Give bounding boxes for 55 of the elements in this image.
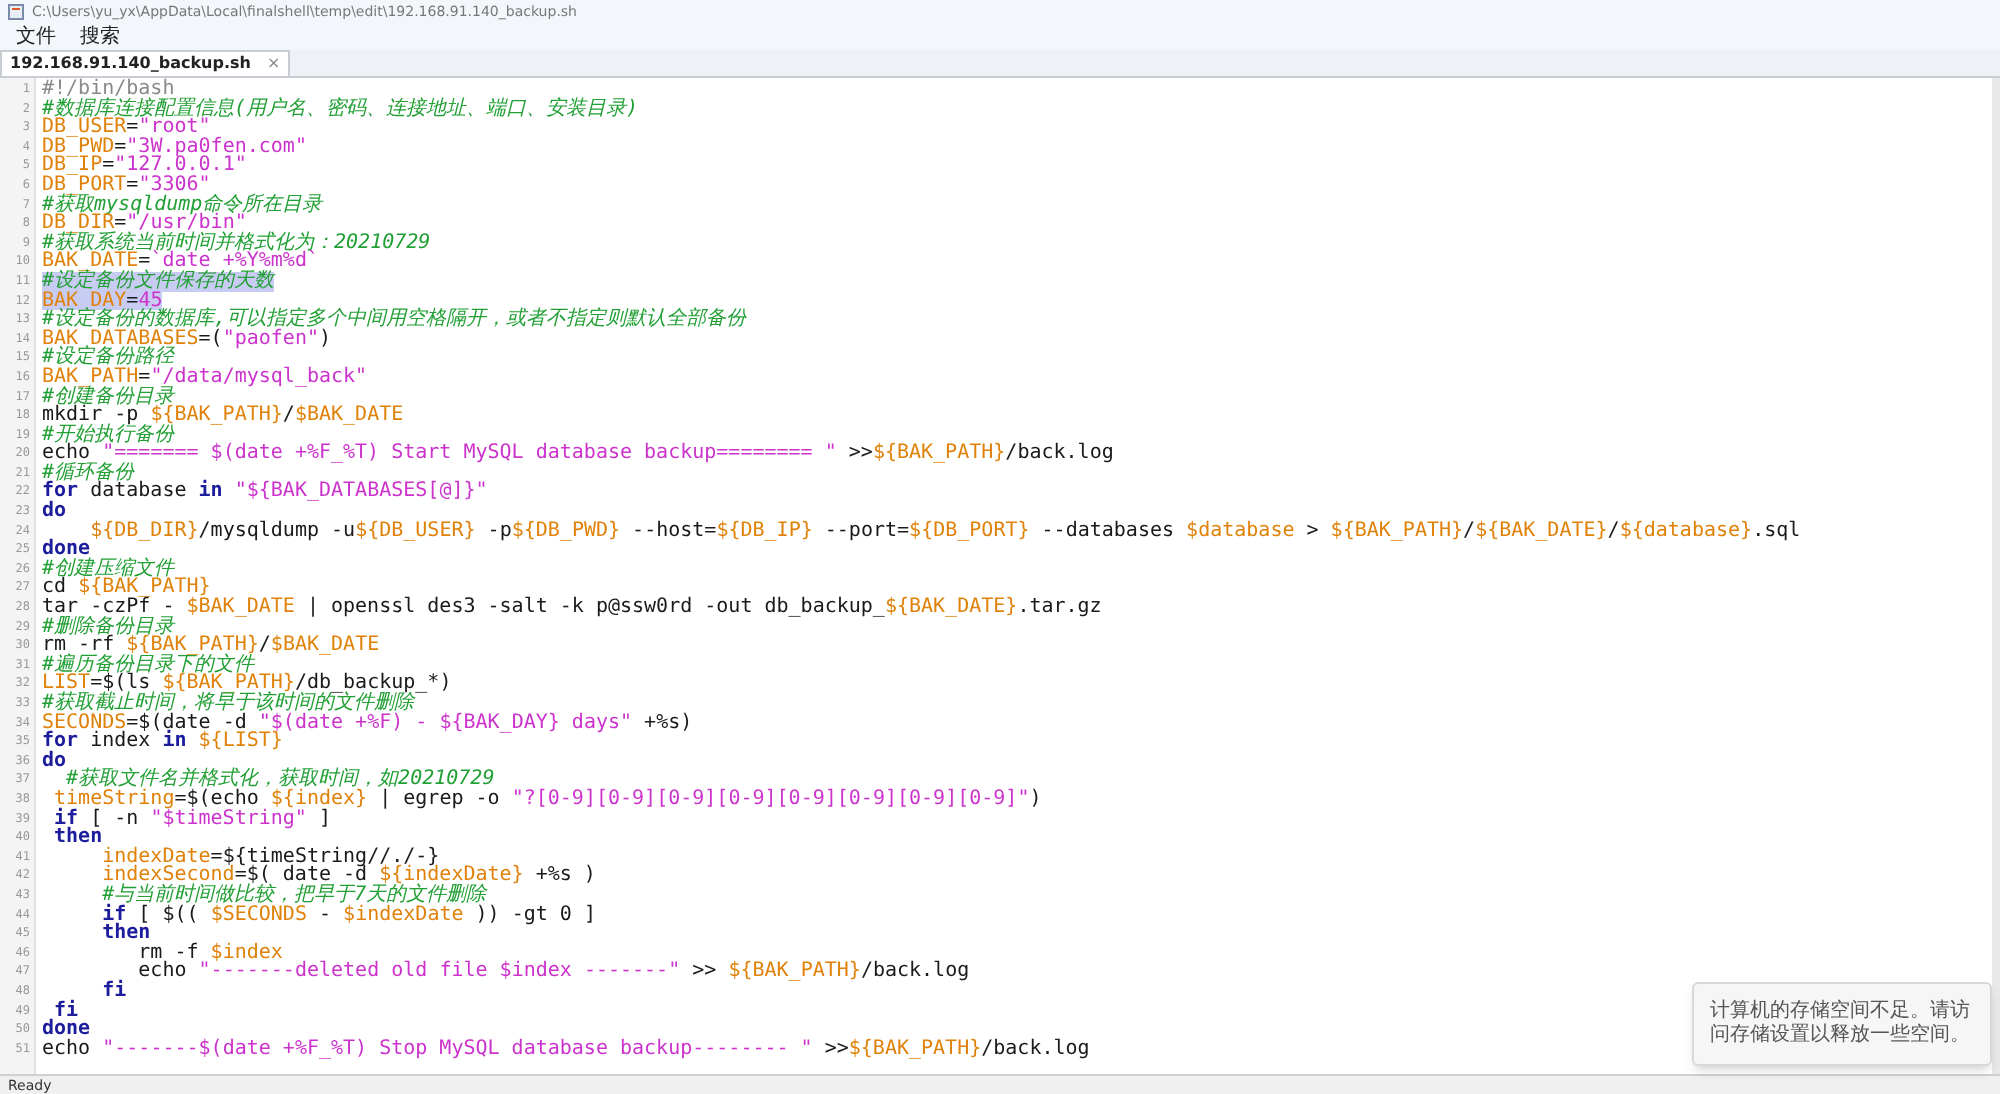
code-line: for index in ${LIST} [42,732,283,752]
code-line: if [ $(( $SECONDS - $indexDate )) -gt 0 ] [100,905,596,925]
code-line: indexSecond=$( date -d ${indexDate} +%s ) [100,866,596,886]
code-line: #获取系统当前时间并格式化为：20210729 [42,233,431,253]
code-line: #获取截止时间，将早于该时间的文件删除 [42,694,415,714]
code-line: BAK_PATH="/data/mysql_back" [42,367,368,387]
code-line: done [42,540,91,560]
code-line: DB_USER="root" [42,118,211,138]
code-line: done [42,1020,91,1040]
code-line: #设定备份路径 [42,348,175,368]
code-line: fi [54,1001,79,1021]
code-line: DB_PORT="3306" [42,175,211,196]
code-line: for database in "${BAK_DATABASES[@]}" [42,482,488,503]
code-line: BAK_DATABASES=("paofen") [42,329,332,349]
code-line: rm -rf ${BAK_PATH}/$BAK_DATE [42,636,380,656]
notification-text: 计算机的存储空间不足。请访问存储设置以释放一些空间。 [1710,1000,1972,1048]
code-line: #循环备份 [42,463,135,483]
code-line: DB_PWD="3W.pa0fen.com" [42,137,307,157]
code-line: DB_IP="127.0.0.1" [42,156,247,176]
code-line: fi [100,981,127,1001]
code-line: do [42,751,67,771]
code-line: #设定备份的数据库,可以指定多个中间用空格隔开，或者不指定则默认全部备份 [42,310,747,330]
code-line: #与当前时间做比较，把早于7天的文件删除 [100,885,487,906]
code-line: rm -f $index [136,943,283,963]
code-line: LIST=$(ls ${BAK_PATH}/db_backup_*) [42,674,452,694]
code-line: indexDate=${timeString//./-} [100,847,440,867]
code-line: #!/bin/bash [42,80,175,100]
code-line: then [52,828,103,848]
code-line: echo "-------$(date +%F_%T) Stop MySQL database backup-------- " >>${BAK_PATH}/back.log [42,1039,1090,1059]
code-line: if [ -n "$timeString" ] [52,809,332,829]
code-line: #创建备份目录 [42,387,175,407]
code-line: #获取文件名并格式化，获取时间，如20210729 [66,770,495,790]
code-line: #数据库连接配置信息(用户名、密码、连接地址、端口、安装目录) [42,99,639,119]
code-line: echo "======= $(date +%F_%T) Start MySQL database backup======== " >>${BAK_PATH}/back.log [42,444,1114,464]
code-line: do [42,502,67,522]
code-line: #开始执行备份 [42,425,175,445]
code-line: cd ${BAK_PATH} [42,578,211,599]
code-line: ${DB_DIR}/mysqldump -u${DB_USER} -p${DB_PWD} --host=${DB_IP} --port=${DB_PORT} --databases $database > ${BAK_PATH}/${BAK_DATE}/${database}.sql [90,521,1801,541]
code-line: SECONDS=$(date -d "$(date +%F) - ${BAK_DAY} days" +%s) [42,713,693,733]
menu-item[interactable]: 文件 [16,25,56,49]
code-line: #遍历备份目录下的文件 [42,655,255,675]
editor-tab[interactable]: 192.168.91.140_backup.sh × [0,50,291,76]
code-line: then [100,924,151,944]
close-icon[interactable]: × [266,54,281,74]
code-line: DB_DIR="/usr/bin" [42,214,247,234]
code-line: #删除备份目录 [42,617,175,637]
code-line: mkdir -p ${BAK_PATH}/$BAK_DATE [42,406,404,426]
code-line: #获取mysqldump命令所在目录 [42,195,323,215]
code-line: timeString=$(echo ${index} | egrep -o "?[0-9][0-9][0-9][0-9][0-9][0-9][0-9][0-9]") [52,789,1042,810]
code-line: #创建压缩文件 [42,559,175,579]
menu-item[interactable]: 搜索 [80,25,120,49]
code-line: BAK_DATE=`date +%Y%m%d` [42,252,319,272]
code-line: echo "-------deleted old file $index -------" >> ${BAK_PATH}/back.log [136,962,970,982]
code-line: tar -czPf - $BAK_DATE | openssl des3 -salt -k p@ssw0rd -out db_backup_${BAK_DATE}.tar.gz [42,598,1102,618]
notification-toast[interactable]: 计算机的存储空间不足。请访问存储设置以释放一些空间。 [1692,982,1992,1066]
